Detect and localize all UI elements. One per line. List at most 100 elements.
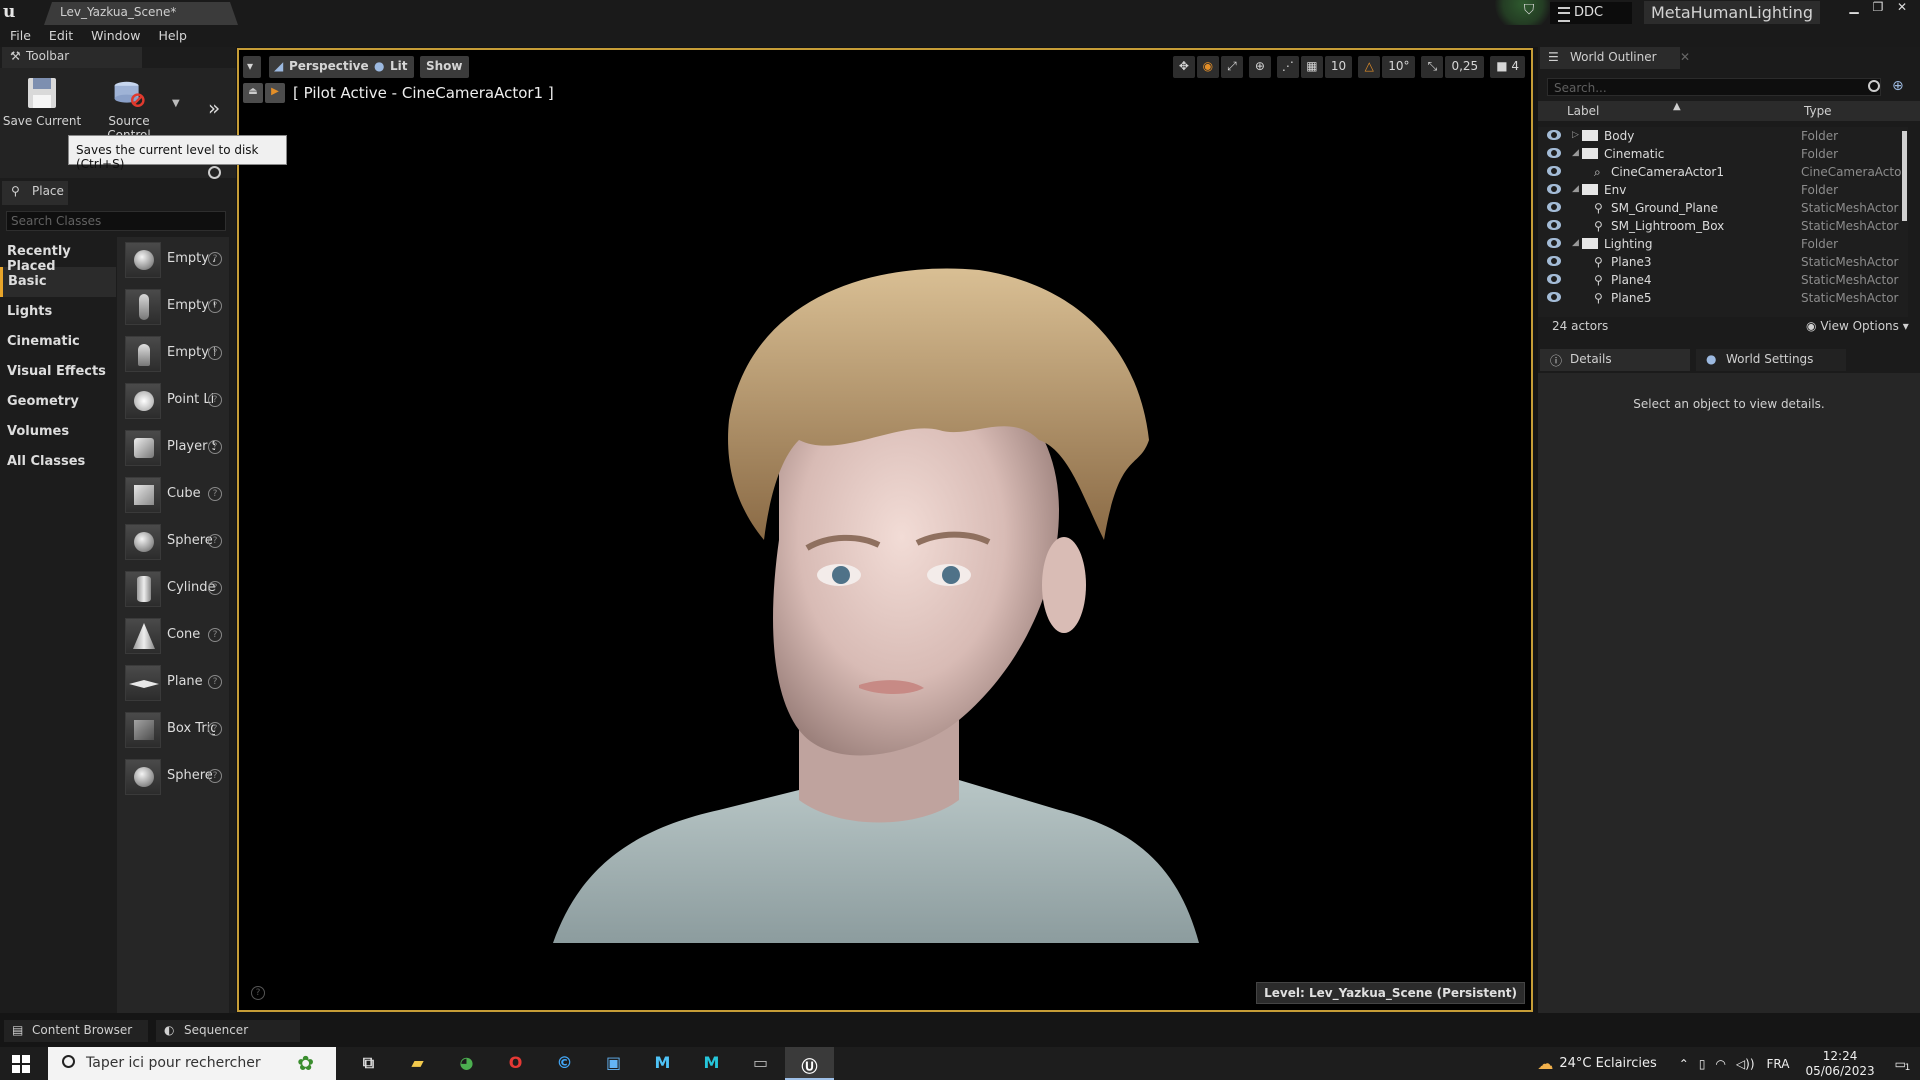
list-item[interactable]: Cone? [117, 613, 229, 660]
outliner-scrollbar[interactable] [1902, 131, 1907, 221]
visibility-eye-icon[interactable] [1547, 166, 1561, 176]
pilot-camera-icon[interactable]: ▶ [265, 83, 285, 103]
label-column-header[interactable]: Label [1567, 104, 1599, 118]
ccleaner-icon[interactable]: © [540, 1047, 589, 1080]
world-space-icon[interactable]: ⊕ [1248, 56, 1271, 78]
list-item[interactable]: Sphere? [117, 519, 229, 566]
list-item[interactable]: Empty Actor? [117, 237, 229, 284]
visibility-eye-icon[interactable] [1547, 184, 1561, 194]
graduation-hat-icon[interactable]: ⛉ [1518, 2, 1540, 22]
category-recently-placed[interactable]: Recently Placed [0, 237, 116, 274]
help-icon[interactable]: ? [208, 252, 222, 266]
world-outliner-tab[interactable]: ☰ World Outliner ✕ [1540, 47, 1690, 69]
lit-button[interactable]: ● Lit [368, 56, 414, 78]
list-item[interactable]: Sphere Trigger? [117, 754, 229, 801]
ddc-button[interactable]: DDC [1550, 2, 1632, 24]
table-row[interactable]: ⚲ SM_Lightroom_Box StaticMeshActor [1538, 217, 1908, 235]
list-item[interactable]: Empty Character? [117, 284, 229, 331]
world-settings-tab[interactable]: ● World Settings [1696, 349, 1846, 371]
notification-icon[interactable]: ▭ 1 [1895, 1057, 1911, 1073]
table-row[interactable]: ⚲ Plane4 StaticMeshActor [1538, 271, 1908, 289]
menu-file[interactable]: File [10, 25, 31, 47]
minimize-icon[interactable]: ▁ [1842, 0, 1866, 16]
table-row[interactable]: ⚲ Plane5 StaticMeshActor [1538, 289, 1908, 307]
menu-window[interactable]: Window [91, 25, 140, 47]
category-geometry[interactable]: Geometry [0, 387, 116, 417]
category-lights[interactable]: Lights [0, 297, 116, 327]
menu-help[interactable]: Help [158, 25, 187, 47]
viewport-options-button[interactable]: ▾ [243, 56, 261, 78]
table-row[interactable]: ▷ Body Folder [1538, 127, 1908, 145]
scale-icon[interactable]: ⤢ [1220, 56, 1243, 78]
search-icon[interactable] [208, 166, 221, 179]
details-tab[interactable]: ⓘ Details [1540, 349, 1690, 371]
eject-icon[interactable]: ⏏ [243, 83, 263, 103]
help-icon[interactable]: ? [208, 346, 222, 360]
device-icon[interactable]: ▯ [1699, 1057, 1706, 1071]
help-icon[interactable]: ? [208, 534, 222, 548]
chevron-down-icon[interactable]: ▼ [172, 98, 180, 109]
translate-icon[interactable]: ✥ [1172, 56, 1195, 78]
clock[interactable]: 12:24 05/06/2023 [1805, 1049, 1874, 1079]
visibility-eye-icon[interactable] [1547, 292, 1561, 302]
table-row[interactable]: ◢ Lighting Folder [1538, 235, 1908, 253]
restore-icon[interactable]: ❐ [1866, 0, 1890, 16]
collapse-arrow-icon[interactable]: ◢ [1572, 238, 1579, 248]
category-all-classes[interactable]: All Classes [0, 447, 116, 477]
help-icon[interactable]: ? [208, 722, 222, 736]
help-icon[interactable]: ? [208, 675, 222, 689]
surface-snap-icon[interactable]: ⋰ [1276, 56, 1299, 78]
level-viewport[interactable]: ▾ ◢ Perspective ● Lit Show ✥ ◉ ⤢ ⊕ ⋰ ▦ 1… [237, 48, 1533, 1012]
visibility-eye-icon[interactable] [1547, 220, 1561, 230]
place-tab[interactable]: ⚲ Place [2, 181, 68, 205]
search-classes-input[interactable]: Search Classes [6, 211, 226, 231]
list-item[interactable]: Point Light? [117, 378, 229, 425]
help-icon[interactable]: ? [208, 581, 222, 595]
collapse-arrow-icon[interactable]: ◢ [1572, 184, 1579, 194]
rotate-icon[interactable]: ◉ [1196, 56, 1219, 78]
save-current-button[interactable]: Save Current [1, 76, 83, 136]
rotation-snap-value[interactable]: 10° [1382, 56, 1416, 78]
language-indicator[interactable]: FRA [1767, 1057, 1790, 1071]
help-icon[interactable]: ? [208, 487, 222, 501]
unreal-engine-icon[interactable]: Ⓤ [785, 1047, 834, 1080]
source-control-button[interactable]: Source Control [88, 76, 170, 142]
store-icon[interactable]: ▣ [589, 1047, 638, 1080]
view-options-button[interactable]: ◉ View Options ▾ [1806, 319, 1909, 333]
scale-snap-value[interactable]: 0,25 [1445, 56, 1485, 78]
grid-snap-icon[interactable]: ▦ [1300, 56, 1323, 78]
expand-arrow-icon[interactable]: ▷ [1572, 130, 1579, 140]
perspective-button[interactable]: ◢ Perspective [269, 56, 375, 78]
rotation-snap-icon[interactable]: △ [1358, 56, 1381, 78]
wifi-icon[interactable]: ◠ [1715, 1057, 1725, 1071]
table-row[interactable]: ◢ Env Folder [1538, 181, 1908, 199]
weather-text[interactable]: 24°C Eclaircies [1559, 1056, 1656, 1071]
sequencer-tab[interactable]: ◐ Sequencer [156, 1020, 300, 1042]
file-explorer-icon[interactable]: ▰ [393, 1047, 442, 1080]
list-item[interactable]: Cylinder? [117, 566, 229, 613]
camera-speed-button[interactable]: ■ 4 [1490, 56, 1525, 78]
search-icon[interactable] [1868, 80, 1880, 92]
table-row[interactable]: ⌕ CineCameraActor1 CineCameraActor [1538, 163, 1908, 181]
pin-icon[interactable]: ⊕ [1892, 78, 1904, 94]
opera-icon[interactable]: O [491, 1047, 540, 1080]
content-browser-tab[interactable]: ▤ Content Browser [4, 1020, 148, 1042]
list-item[interactable]: Cube? [117, 472, 229, 519]
outliner-search-input[interactable]: Search... [1547, 78, 1881, 96]
type-column-header[interactable]: Type [1804, 104, 1832, 118]
toolbar-tab[interactable]: ⚒ Toolbar [2, 47, 142, 68]
windows-start-icon[interactable] [12, 1055, 30, 1073]
metahuman-creator-icon[interactable]: M [687, 1047, 736, 1080]
visibility-eye-icon[interactable] [1547, 238, 1561, 248]
visibility-eye-icon[interactable] [1547, 202, 1561, 212]
grid-size[interactable]: 10 [1324, 56, 1353, 78]
table-row[interactable]: ⚲ Plane3 StaticMeshActor [1538, 253, 1908, 271]
list-item[interactable]: Empty Pawn? [117, 331, 229, 378]
visibility-eye-icon[interactable] [1547, 256, 1561, 266]
collapse-arrow-icon[interactable]: ◢ [1572, 148, 1579, 158]
table-row[interactable]: ◢ Cinematic Folder [1538, 145, 1908, 163]
app-window-icon[interactable]: ▭ [736, 1047, 785, 1080]
expand-toolbar-icon[interactable]: » [208, 96, 220, 120]
scale-snap-icon[interactable]: ⤡ [1421, 56, 1444, 78]
help-icon[interactable]: ? [208, 769, 222, 783]
